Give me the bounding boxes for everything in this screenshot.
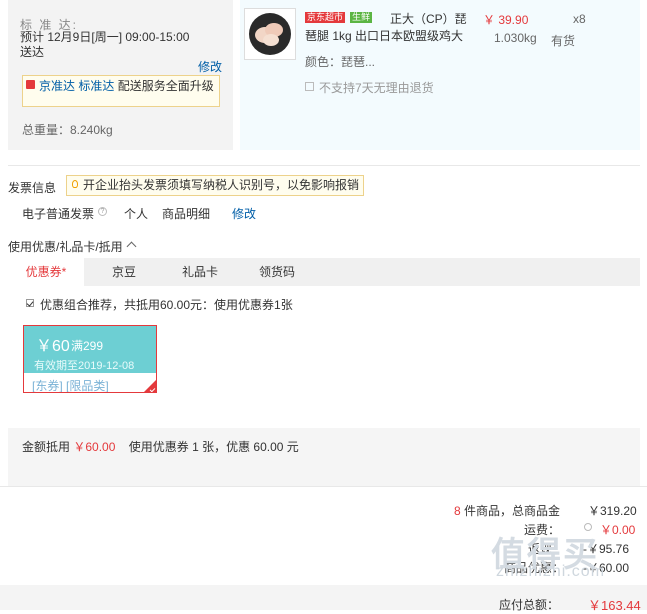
invoice-edit-link[interactable]: 修改 bbox=[232, 205, 256, 222]
payable-amount: ￥163.44 bbox=[588, 598, 641, 613]
divider bbox=[8, 165, 640, 166]
watermark-url: zhizhizhi.com bbox=[496, 563, 606, 580]
tag-brand: 京准达 bbox=[39, 79, 76, 93]
discount-summary: 金额抵用 ￥60.00 使用优惠券 1 张，优惠 60.00 元 bbox=[22, 438, 299, 455]
goods-count: 8 bbox=[454, 504, 461, 518]
help-icon[interactable]: ? bbox=[98, 207, 107, 216]
product-color: 颜色：琵琶... bbox=[305, 55, 376, 69]
summary-label: 金额抵用 bbox=[22, 440, 71, 454]
tab-gift-card[interactable]: 礼品卡 bbox=[162, 258, 238, 286]
coupon-header: ￥60 满299 有效期至2019-12-08 bbox=[24, 326, 156, 373]
jd-supermarket-badge: 京东超市 bbox=[305, 12, 346, 23]
lightbulb-icon bbox=[72, 180, 78, 188]
invoice-content: 商品明细 bbox=[162, 207, 211, 221]
payable-label: 应付总额： bbox=[499, 598, 560, 612]
tab-jd-beans[interactable]: 京豆 bbox=[86, 258, 162, 286]
tag-text: 配送服务全面升级 bbox=[117, 79, 214, 93]
coupon-condition: 满299 bbox=[71, 339, 104, 353]
return-policy: 不支持7天无理由退货 bbox=[319, 81, 434, 95]
invoice-label: 发票信息 bbox=[8, 181, 57, 195]
total-weight: 总重量：8.240kg bbox=[22, 123, 113, 137]
chicken-leg-image bbox=[249, 13, 291, 55]
tag-mid: 标准达 bbox=[78, 79, 115, 93]
invoice-tip: 开企业抬头发票须填写纳税人识别号，以免影响报销 bbox=[66, 175, 365, 196]
stock-status: 有货 bbox=[551, 34, 576, 48]
goods-count-text: 件商品，总商品金 bbox=[464, 504, 561, 518]
recommend-checkbox[interactable] bbox=[26, 299, 34, 307]
tab-coupons[interactable]: 优惠券* bbox=[8, 258, 84, 286]
chevron-up-icon[interactable] bbox=[126, 241, 137, 252]
coupon-amount: ￥60 bbox=[36, 338, 70, 355]
coupon-tags: [东券] [限品类] bbox=[32, 379, 109, 393]
goods-count-row: 8 件商品，总商品金 bbox=[454, 502, 560, 519]
no-return-icon bbox=[305, 82, 314, 91]
recommend-text: 优惠组合推荐，共抵用60.00元：使用优惠券1张 bbox=[40, 298, 293, 312]
fresh-badge: 生鲜 bbox=[350, 12, 373, 23]
coupon-card[interactable]: ￥60 满299 有效期至2019-12-08 [东券] [限品类] bbox=[23, 325, 157, 393]
summary-amount: ￥60.00 bbox=[73, 440, 116, 454]
product-quantity: x8 bbox=[573, 12, 586, 26]
coupon-expiry: 有效期至2019-12-08 bbox=[34, 360, 135, 372]
goods-total: ￥319.20 bbox=[588, 504, 637, 518]
product-price: ￥ 39.90 bbox=[483, 13, 529, 27]
delivery-date: 预计 12月9日[周一] 09:00-15:00 送达 bbox=[20, 30, 190, 59]
product-image[interactable] bbox=[244, 8, 296, 60]
delivery-service-tag: 京准达 标准达 配送服务全面升级 bbox=[22, 75, 220, 107]
invoice-tip-text: 开企业抬头发票须填写纳税人识别号，以免影响报销 bbox=[83, 178, 360, 192]
tab-redeem-code[interactable]: 领货码 bbox=[238, 258, 316, 286]
product-weight: 1.030kg bbox=[494, 31, 537, 45]
invoice-title-type: 个人 bbox=[124, 207, 149, 221]
discount-section-label[interactable]: 使用优惠/礼品卡/抵用 bbox=[8, 238, 123, 255]
shipping-edit-link[interactable]: 修改 bbox=[198, 58, 222, 75]
freight-value: ￥0.00 bbox=[600, 523, 636, 537]
summary-text: 使用优惠券 1 张，优惠 60.00 元 bbox=[128, 440, 299, 454]
invoice-type: 电子普通发票 bbox=[22, 207, 95, 221]
divider bbox=[0, 486, 647, 487]
jd-flag-icon bbox=[26, 80, 35, 89]
